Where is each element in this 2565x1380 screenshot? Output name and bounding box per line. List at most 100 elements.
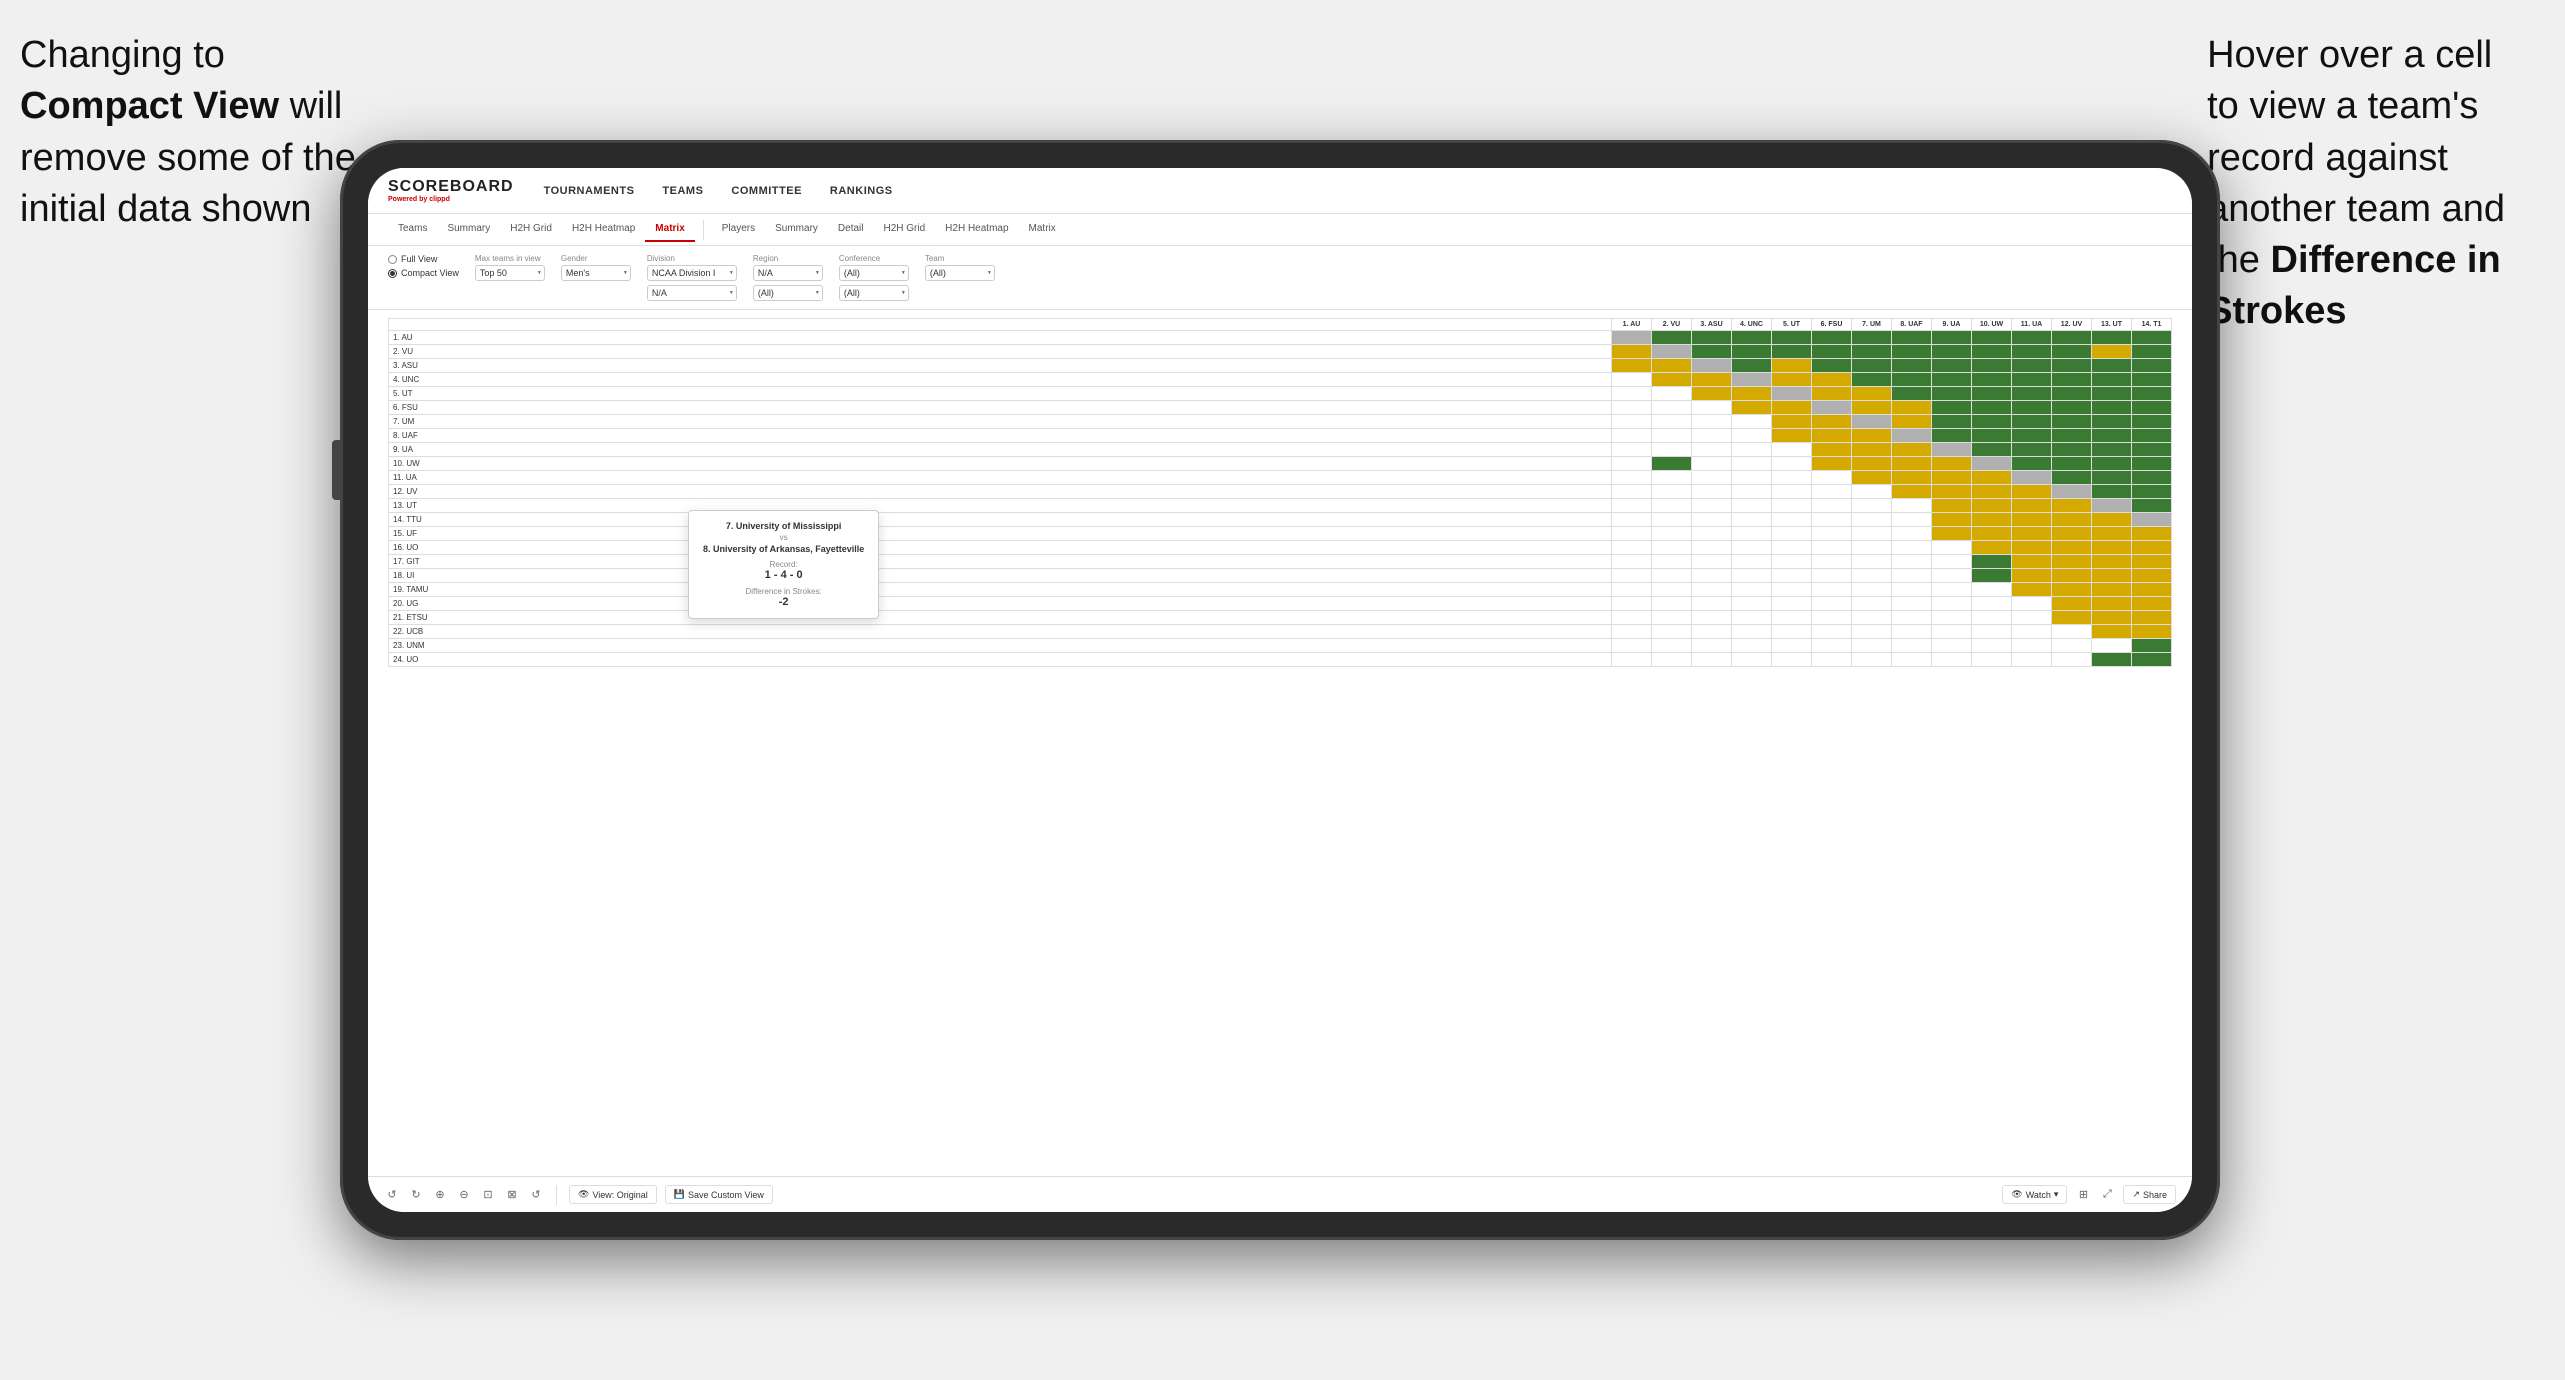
matrix-cell[interactable]	[1892, 597, 1932, 611]
matrix-cell[interactable]	[2052, 555, 2092, 569]
sub-tab-players[interactable]: Players	[712, 217, 765, 242]
matrix-cell[interactable]	[1892, 401, 1932, 415]
matrix-cell[interactable]	[1852, 457, 1892, 471]
matrix-cell[interactable]	[1852, 653, 1892, 667]
matrix-cell[interactable]	[1932, 639, 1972, 653]
matrix-cell[interactable]	[1732, 331, 1772, 345]
sub-tab-h2h-heatmap-right[interactable]: H2H Heatmap	[935, 217, 1018, 242]
matrix-cell[interactable]	[1652, 457, 1692, 471]
matrix-cell[interactable]	[1652, 611, 1692, 625]
matrix-cell[interactable]	[2012, 611, 2052, 625]
matrix-cell[interactable]	[1972, 429, 2012, 443]
matrix-cell[interactable]	[1932, 415, 1972, 429]
radio-full-view[interactable]: Full View	[388, 254, 459, 264]
matrix-cell[interactable]	[1932, 373, 1972, 387]
matrix-cell[interactable]	[1652, 639, 1692, 653]
matrix-cell[interactable]	[1732, 401, 1772, 415]
matrix-cell[interactable]	[1772, 485, 1812, 499]
matrix-cell[interactable]	[1652, 373, 1692, 387]
sub-tab-h2h-heatmap-left[interactable]: H2H Heatmap	[562, 217, 645, 242]
matrix-cell[interactable]	[1932, 569, 1972, 583]
matrix-cell[interactable]	[1772, 429, 1812, 443]
matrix-cell[interactable]	[1692, 527, 1732, 541]
tool-icon-1[interactable]: ⊕	[432, 1187, 448, 1203]
matrix-cell[interactable]	[2012, 387, 2052, 401]
matrix-cell[interactable]	[1892, 485, 1932, 499]
matrix-cell[interactable]	[2132, 373, 2172, 387]
matrix-cell[interactable]	[1852, 513, 1892, 527]
matrix-cell[interactable]	[1852, 373, 1892, 387]
matrix-cell[interactable]	[1772, 443, 1812, 457]
matrix-cell[interactable]	[1612, 331, 1652, 345]
matrix-cell[interactable]	[2052, 331, 2092, 345]
matrix-cell[interactable]	[1812, 457, 1852, 471]
matrix-cell[interactable]	[2012, 443, 2052, 457]
matrix-cell[interactable]	[1932, 625, 1972, 639]
matrix-cell[interactable]	[1892, 569, 1932, 583]
matrix-cell[interactable]	[2132, 541, 2172, 555]
matrix-cell[interactable]	[2092, 359, 2132, 373]
matrix-cell[interactable]	[2092, 373, 2132, 387]
matrix-cell[interactable]	[2012, 499, 2052, 513]
matrix-cell[interactable]	[2052, 485, 2092, 499]
radio-full-circle[interactable]	[388, 255, 397, 264]
matrix-cell[interactable]	[1812, 611, 1852, 625]
grid-icon[interactable]: ⊞	[2075, 1187, 2091, 1203]
matrix-cell[interactable]	[2092, 401, 2132, 415]
matrix-cell[interactable]	[2132, 345, 2172, 359]
matrix-cell[interactable]	[1892, 639, 1932, 653]
matrix-cell[interactable]	[1772, 331, 1812, 345]
matrix-cell[interactable]	[1772, 387, 1812, 401]
matrix-cell[interactable]	[2132, 653, 2172, 667]
matrix-cell[interactable]	[1732, 415, 1772, 429]
matrix-cell[interactable]	[1652, 485, 1692, 499]
matrix-cell[interactable]	[1892, 429, 1932, 443]
matrix-cell[interactable]	[2012, 345, 2052, 359]
matrix-cell[interactable]	[1812, 401, 1852, 415]
matrix-cell[interactable]	[1812, 597, 1852, 611]
matrix-cell[interactable]	[2132, 527, 2172, 541]
matrix-cell[interactable]	[1812, 345, 1852, 359]
matrix-cell[interactable]	[1612, 415, 1652, 429]
matrix-cell[interactable]	[2092, 513, 2132, 527]
matrix-cell[interactable]	[1892, 443, 1932, 457]
matrix-cell[interactable]	[2052, 429, 2092, 443]
matrix-cell[interactable]	[1892, 457, 1932, 471]
matrix-cell[interactable]	[1852, 499, 1892, 513]
division-select2[interactable]: N/A	[647, 285, 737, 301]
matrix-cell[interactable]	[2052, 499, 2092, 513]
matrix-cell[interactable]	[1772, 359, 1812, 373]
matrix-cell[interactable]	[1812, 359, 1852, 373]
matrix-cell[interactable]	[1932, 527, 1972, 541]
matrix-cell[interactable]	[2092, 499, 2132, 513]
matrix-cell[interactable]	[1892, 513, 1932, 527]
matrix-cell[interactable]	[2132, 457, 2172, 471]
matrix-cell[interactable]	[1732, 471, 1772, 485]
matrix-cell[interactable]	[1772, 639, 1812, 653]
matrix-cell[interactable]	[1892, 611, 1932, 625]
matrix-cell[interactable]	[1772, 401, 1812, 415]
matrix-cell[interactable]	[1892, 499, 1932, 513]
matrix-cell[interactable]	[1972, 653, 2012, 667]
matrix-cell[interactable]	[2052, 415, 2092, 429]
matrix-cell[interactable]	[1812, 527, 1852, 541]
region-select2[interactable]: (All)	[753, 285, 823, 301]
matrix-cell[interactable]	[1612, 373, 1652, 387]
matrix-cell[interactable]	[2052, 471, 2092, 485]
matrix-cell[interactable]	[1732, 387, 1772, 401]
matrix-cell[interactable]	[2012, 359, 2052, 373]
matrix-cell[interactable]	[2052, 387, 2092, 401]
matrix-cell[interactable]	[1812, 541, 1852, 555]
region-select[interactable]: N/A	[753, 265, 823, 281]
matrix-cell[interactable]	[1692, 415, 1732, 429]
matrix-cell[interactable]	[1612, 401, 1652, 415]
matrix-cell[interactable]	[1972, 583, 2012, 597]
matrix-cell[interactable]	[1732, 457, 1772, 471]
matrix-cell[interactable]	[1692, 429, 1732, 443]
matrix-cell[interactable]	[2132, 625, 2172, 639]
matrix-cell[interactable]	[1812, 331, 1852, 345]
matrix-cell[interactable]	[1932, 513, 1972, 527]
matrix-cell[interactable]	[2092, 387, 2132, 401]
matrix-cell[interactable]	[1692, 443, 1732, 457]
matrix-cell[interactable]	[1932, 555, 1972, 569]
